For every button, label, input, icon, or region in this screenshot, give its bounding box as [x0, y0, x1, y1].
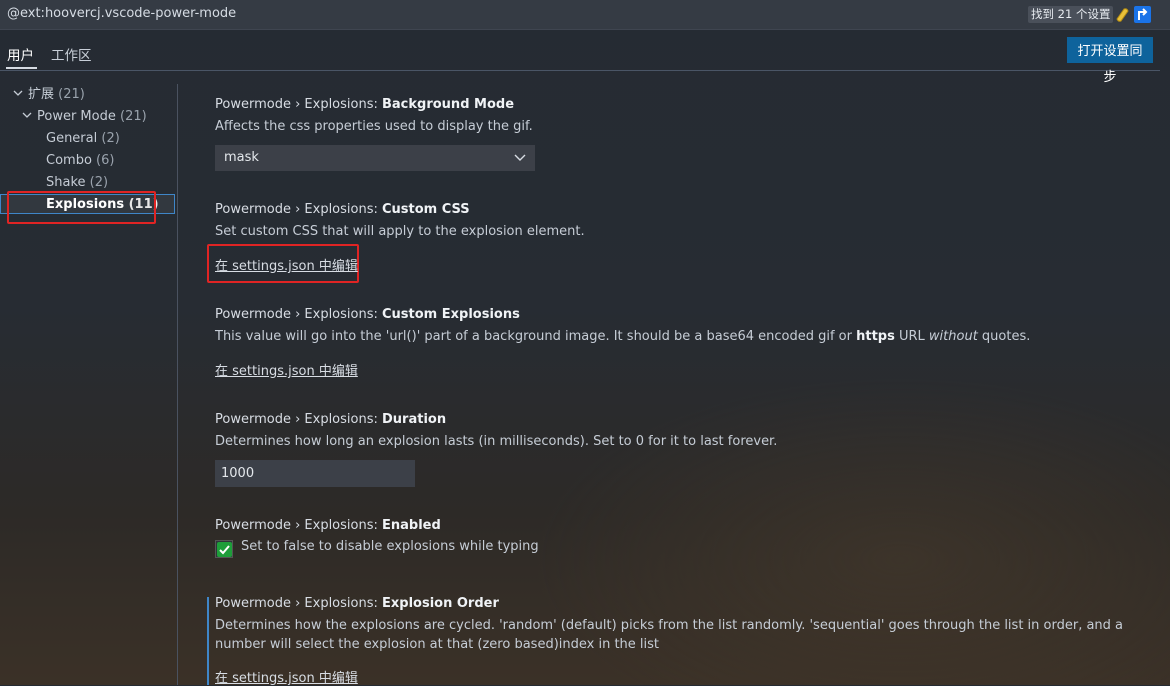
setting-category: Powermode › Explosions:	[215, 518, 382, 533]
desc-bold: https	[856, 329, 895, 344]
enabled-checkbox[interactable]	[215, 540, 233, 558]
desc-italic: without	[928, 329, 978, 344]
filter-icon[interactable]	[1113, 6, 1131, 24]
tree-item-power-mode[interactable]: Power Mode (21)	[21, 107, 147, 127]
tree-item-general[interactable]: General (2)	[46, 129, 120, 149]
sidebar-divider	[177, 84, 178, 685]
select-value: mask	[224, 150, 259, 165]
clear-filter-icon[interactable]	[1134, 6, 1151, 23]
setting-name: Duration	[382, 412, 447, 427]
desc-text: quotes.	[977, 329, 1031, 344]
setting-category: Powermode › Explosions:	[215, 596, 382, 611]
setting-name: Custom Explosions	[382, 307, 520, 322]
setting-title: Powermode › Explosions: Custom Explosion…	[215, 306, 1155, 324]
setting-title: Powermode › Explosions: Background Mode	[215, 96, 1155, 114]
edit-in-settings-json-link[interactable]: 在 settings.json 中编辑	[215, 667, 358, 686]
checkbox-label: Set to false to disable explosions while…	[241, 539, 539, 554]
active-tab-underline	[6, 67, 37, 69]
setting-custom-css: Powermode › Explosions: Custom CSS Set c…	[215, 201, 1155, 241]
desc-text: URL	[894, 329, 929, 344]
setting-name: Background Mode	[382, 97, 515, 112]
settings-tabs: 用户 工作区	[0, 29, 1160, 71]
tree-item-count: (21)	[58, 87, 85, 102]
tree-item-extensions[interactable]: 扩展 (21)	[12, 85, 85, 105]
setting-title: Powermode › Explosions: Custom CSS	[215, 201, 1155, 219]
tree-item-count: (21)	[120, 109, 147, 124]
setting-description: Determines how the explosions are cycled…	[215, 618, 1124, 652]
setting-description: Affects the css properties used to displ…	[215, 119, 533, 134]
checkmark-icon	[217, 542, 232, 557]
setting-category: Powermode › Explosions:	[215, 307, 382, 322]
tree-item-count: (6)	[96, 153, 115, 168]
setting-explosion-order: Powermode › Explosions: Explosion Order …	[215, 595, 1155, 654]
focused-setting-indicator	[207, 597, 209, 685]
background-mode-select[interactable]: mask	[215, 145, 535, 171]
setting-background-mode: Powermode › Explosions: Background Mode …	[215, 96, 1155, 136]
setting-category: Powermode › Explosions:	[215, 97, 382, 112]
chevron-down-icon	[22, 112, 32, 118]
setting-name: Explosion Order	[382, 596, 499, 611]
setting-description: Determines how long an explosion lasts (…	[215, 434, 778, 449]
tree-item-label: 扩展	[28, 87, 55, 102]
setting-title: Powermode › Explosions: Explosion Order	[215, 595, 1155, 613]
tree-item-combo[interactable]: Combo (6)	[46, 151, 114, 171]
setting-name: Enabled	[382, 518, 441, 533]
tree-item-count: (2)	[89, 175, 109, 190]
highlight-box-explosions	[7, 191, 156, 224]
settings-sync-button[interactable]: 打开设置同步	[1067, 37, 1153, 84]
search-input[interactable]: @ext:hoovercj.vscode-power-mode	[7, 6, 236, 21]
setting-category: Powermode › Explosions:	[215, 412, 382, 427]
tree-item-count: (2)	[101, 131, 120, 146]
tab-user[interactable]: 用户	[7, 44, 34, 64]
chevron-down-icon	[514, 154, 526, 161]
tree-item-label: General	[46, 131, 98, 146]
setting-custom-explosions: Powermode › Explosions: Custom Explosion…	[215, 306, 1155, 346]
setting-category: Powermode › Explosions:	[215, 202, 382, 217]
settings-search-bar[interactable]: @ext:hoovercj.vscode-power-mode 找到 21 个设…	[0, 0, 1170, 30]
edit-in-settings-json-link[interactable]: 在 settings.json 中编辑	[215, 255, 358, 274]
tree-item-shake[interactable]: Shake (2)	[46, 173, 108, 193]
setting-title: Powermode › Explosions: Enabled	[215, 517, 1155, 535]
setting-description: Set custom CSS that will apply to the ex…	[215, 224, 585, 239]
desc-text: This value will go into the 'url()' part…	[215, 329, 857, 344]
tree-item-label: Power Mode	[37, 109, 116, 124]
edit-in-settings-json-link[interactable]: 在 settings.json 中编辑	[215, 360, 358, 379]
setting-duration: Powermode › Explosions: Duration Determi…	[215, 411, 1155, 451]
tree-item-label: Shake	[46, 175, 86, 190]
setting-enabled: Powermode › Explosions: Enabled	[215, 517, 1155, 535]
setting-title: Powermode › Explosions: Duration	[215, 411, 1155, 429]
setting-description: This value will go into the 'url()' part…	[215, 327, 1155, 346]
result-count-badge: 找到 21 个设置	[1028, 6, 1114, 23]
duration-input[interactable]: 1000	[215, 460, 415, 487]
setting-name: Custom CSS	[382, 202, 470, 217]
tab-workspace[interactable]: 工作区	[51, 44, 92, 64]
tree-item-label: Combo	[46, 153, 92, 168]
chevron-down-icon	[13, 90, 23, 96]
